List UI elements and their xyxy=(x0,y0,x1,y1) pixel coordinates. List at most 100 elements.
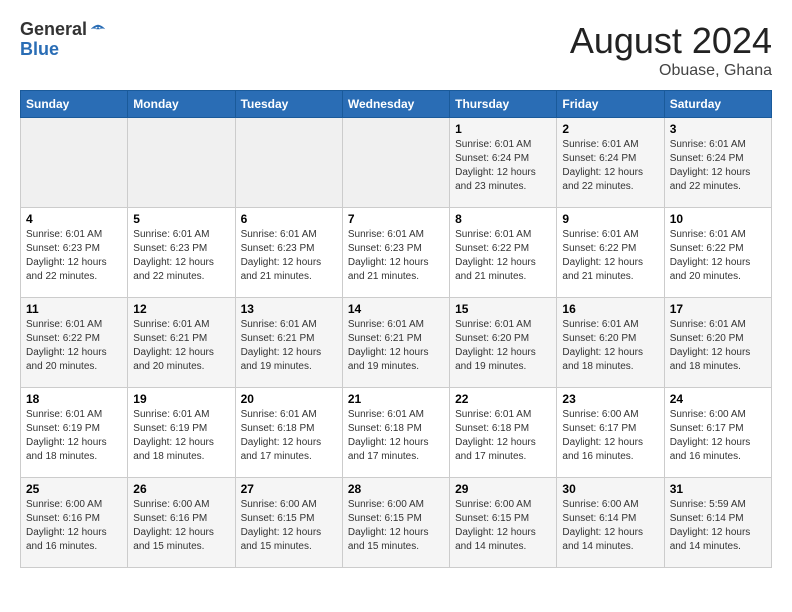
calendar-cell: 13Sunrise: 6:01 AM Sunset: 6:21 PM Dayli… xyxy=(235,298,342,388)
day-number: 23 xyxy=(562,392,658,406)
day-number: 21 xyxy=(348,392,444,406)
day-number: 6 xyxy=(241,212,337,226)
day-header-monday: Monday xyxy=(128,91,235,118)
calendar-cell: 15 Sunrise: 6:01 AM Sunset: 6:20 PM Dayli… xyxy=(450,298,557,388)
day-info: Sunrise: 6:01 AM Sunset: 6:20 PM Dayligh… xyxy=(455,318,551,374)
day-number: 22 xyxy=(455,392,551,406)
calendar-cell: 26 Sunrise: 6:00 AM Sunset: 6:16 PM Dayli… xyxy=(128,478,235,568)
calendar-cell: 7 Sunrise: 6:01 AM Sunset: 6:23 PM Daylig… xyxy=(342,208,449,298)
calendar-cell: 30 Sunrise: 6:00 AM Sunset: 6:14 PM Dayli… xyxy=(557,478,664,568)
calendar-week-row: 18 Sunrise: 6:01 AM Sunset: 6:19 PM Dayli… xyxy=(21,388,772,478)
day-info: Sunrise: 5:59 AM Sunset: 6:14 PM Dayligh… xyxy=(670,498,766,554)
day-number: 3 xyxy=(670,122,766,136)
calendar-cell: 10Sunrise: 6:01 AM Sunset: 6:22 PM Dayli… xyxy=(664,208,771,298)
day-info: Sunrise: 6:01 AM Sunset: 6:21 PM Dayligh… xyxy=(241,318,337,374)
day-info: Sunrise: 6:01 AM Sunset: 6:22 PM Dayligh… xyxy=(562,228,658,284)
day-number: 17 xyxy=(670,302,766,316)
day-info: Sunrise: 6:01 AM Sunset: 6:18 PM Dayligh… xyxy=(348,408,444,464)
day-number: 19 xyxy=(133,392,229,406)
calendar-cell: 1 Sunrise: 6:01 AM Sunset: 6:24 PM Daylig… xyxy=(450,118,557,208)
day-number: 1 xyxy=(455,122,551,136)
day-number: 2 xyxy=(562,122,658,136)
calendar-header-row: SundayMondayTuesdayWednesdayThursdayFrid… xyxy=(21,91,772,118)
calendar-week-row: 11 Sunrise: 6:01 AM Sunset: 6:22 PM Dayli… xyxy=(21,298,772,388)
calendar-cell: 16Sunrise: 6:01 AM Sunset: 6:20 PM Dayli… xyxy=(557,298,664,388)
calendar-cell: 11 Sunrise: 6:01 AM Sunset: 6:22 PM Dayli… xyxy=(21,298,128,388)
calendar-cell: 27 Sunrise: 6:00 AM Sunset: 6:15 PM Dayli… xyxy=(235,478,342,568)
day-number: 10 xyxy=(670,212,766,226)
calendar-cell: 4 Sunrise: 6:01 AM Sunset: 6:23 PM Daylig… xyxy=(21,208,128,298)
day-number: 29 xyxy=(455,482,551,496)
day-number: 20 xyxy=(241,392,337,406)
day-info: Sunrise: 6:01 AM Sunset: 6:20 PM Dayligh… xyxy=(670,318,766,374)
day-info: Sunrise: 6:01 AM Sunset: 6:22 PM Dayligh… xyxy=(455,228,551,284)
day-header-sunday: Sunday xyxy=(21,91,128,118)
day-number: 4 xyxy=(26,212,122,226)
title-block: August 2024 Obuase, Ghana xyxy=(570,20,772,80)
calendar-cell xyxy=(128,118,235,208)
day-info: Sunrise: 6:00 AM Sunset: 6:16 PM Dayligh… xyxy=(133,498,229,554)
calendar-cell: 14 Sunrise: 6:01 AM Sunset: 6:21 PM Dayli… xyxy=(342,298,449,388)
calendar-cell: 22 Sunrise: 6:01 AM Sunset: 6:18 PM Dayli… xyxy=(450,388,557,478)
day-info: Sunrise: 6:01 AM Sunset: 6:21 PM Dayligh… xyxy=(133,318,229,374)
day-info: Sunrise: 6:00 AM Sunset: 6:17 PM Dayligh… xyxy=(562,408,658,464)
day-info: Sunrise: 6:01 AM Sunset: 6:19 PM Dayligh… xyxy=(133,408,229,464)
calendar-cell: 21 Sunrise: 6:01 AM Sunset: 6:18 PM Dayli… xyxy=(342,388,449,478)
day-number: 7 xyxy=(348,212,444,226)
day-number: 14 xyxy=(348,302,444,316)
page-subtitle: Obuase, Ghana xyxy=(570,62,772,80)
day-info: Sunrise: 6:00 AM Sunset: 6:14 PM Dayligh… xyxy=(562,498,658,554)
logo-blue: Blue xyxy=(20,40,107,60)
day-number: 9 xyxy=(562,212,658,226)
day-number: 12 xyxy=(133,302,229,316)
day-info: Sunrise: 6:01 AM Sunset: 6:18 PM Dayligh… xyxy=(241,408,337,464)
day-number: 15 xyxy=(455,302,551,316)
logo-general: General xyxy=(20,20,87,40)
day-number: 18 xyxy=(26,392,122,406)
day-number: 5 xyxy=(133,212,229,226)
calendar-cell: 28 Sunrise: 6:00 AM Sunset: 6:15 PM Dayli… xyxy=(342,478,449,568)
page-title: August 2024 xyxy=(570,20,772,62)
day-info: Sunrise: 6:01 AM Sunset: 6:23 PM Dayligh… xyxy=(133,228,229,284)
calendar-cell: 20 Sunrise: 6:01 AM Sunset: 6:18 PM Dayli… xyxy=(235,388,342,478)
day-info: Sunrise: 6:01 AM Sunset: 6:23 PM Dayligh… xyxy=(26,228,122,284)
calendar-cell: 8 Sunrise: 6:01 AM Sunset: 6:22 PM Daylig… xyxy=(450,208,557,298)
day-number: 28 xyxy=(348,482,444,496)
day-info: Sunrise: 6:00 AM Sunset: 6:15 PM Dayligh… xyxy=(241,498,337,554)
day-number: 27 xyxy=(241,482,337,496)
calendar-cell: 12 Sunrise: 6:01 AM Sunset: 6:21 PM Dayli… xyxy=(128,298,235,388)
day-number: 24 xyxy=(670,392,766,406)
calendar-week-row: 4 Sunrise: 6:01 AM Sunset: 6:23 PM Daylig… xyxy=(21,208,772,298)
logo-bird-icon xyxy=(89,22,107,40)
day-number: 30 xyxy=(562,482,658,496)
day-info: Sunrise: 6:01 AM Sunset: 6:19 PM Dayligh… xyxy=(26,408,122,464)
day-number: 26 xyxy=(133,482,229,496)
day-header-thursday: Thursday xyxy=(450,91,557,118)
calendar-cell: 17 Sunrise: 6:01 AM Sunset: 6:20 PM Dayli… xyxy=(664,298,771,388)
calendar-cell: 9 Sunrise: 6:01 AM Sunset: 6:22 PM Daylig… xyxy=(557,208,664,298)
day-header-tuesday: Tuesday xyxy=(235,91,342,118)
day-info: Sunrise: 6:01 AM Sunset: 6:20 PM Dayligh… xyxy=(562,318,658,374)
calendar-cell: 25Sunrise: 6:00 AM Sunset: 6:16 PM Dayli… xyxy=(21,478,128,568)
calendar-table: SundayMondayTuesdayWednesdayThursdayFrid… xyxy=(20,90,772,568)
day-info: Sunrise: 6:00 AM Sunset: 6:15 PM Dayligh… xyxy=(455,498,551,554)
day-number: 8 xyxy=(455,212,551,226)
day-info: Sunrise: 6:01 AM Sunset: 6:24 PM Dayligh… xyxy=(562,138,658,194)
day-info: Sunrise: 6:01 AM Sunset: 6:18 PM Dayligh… xyxy=(455,408,551,464)
page-header: General Blue August 2024 Obuase, Ghana xyxy=(20,20,772,80)
day-info: Sunrise: 6:01 AM Sunset: 6:24 PM Dayligh… xyxy=(455,138,551,194)
day-header-friday: Friday xyxy=(557,91,664,118)
calendar-cell: 31Sunrise: 5:59 AM Sunset: 6:14 PM Dayli… xyxy=(664,478,771,568)
calendar-cell: 29 Sunrise: 6:00 AM Sunset: 6:15 PM Dayli… xyxy=(450,478,557,568)
day-info: Sunrise: 6:00 AM Sunset: 6:15 PM Dayligh… xyxy=(348,498,444,554)
calendar-cell: 23 Sunrise: 6:00 AM Sunset: 6:17 PM Dayli… xyxy=(557,388,664,478)
calendar-cell xyxy=(342,118,449,208)
day-info: Sunrise: 6:01 AM Sunset: 6:21 PM Dayligh… xyxy=(348,318,444,374)
day-number: 11 xyxy=(26,302,122,316)
day-info: Sunrise: 6:01 AM Sunset: 6:23 PM Dayligh… xyxy=(348,228,444,284)
calendar-cell: 3Sunrise: 6:01 AM Sunset: 6:24 PM Daylig… xyxy=(664,118,771,208)
logo-text: General Blue xyxy=(20,20,107,60)
calendar-cell: 2 Sunrise: 6:01 AM Sunset: 6:24 PM Daylig… xyxy=(557,118,664,208)
day-info: Sunrise: 6:01 AM Sunset: 6:22 PM Dayligh… xyxy=(26,318,122,374)
calendar-week-row: 1 Sunrise: 6:01 AM Sunset: 6:24 PM Daylig… xyxy=(21,118,772,208)
